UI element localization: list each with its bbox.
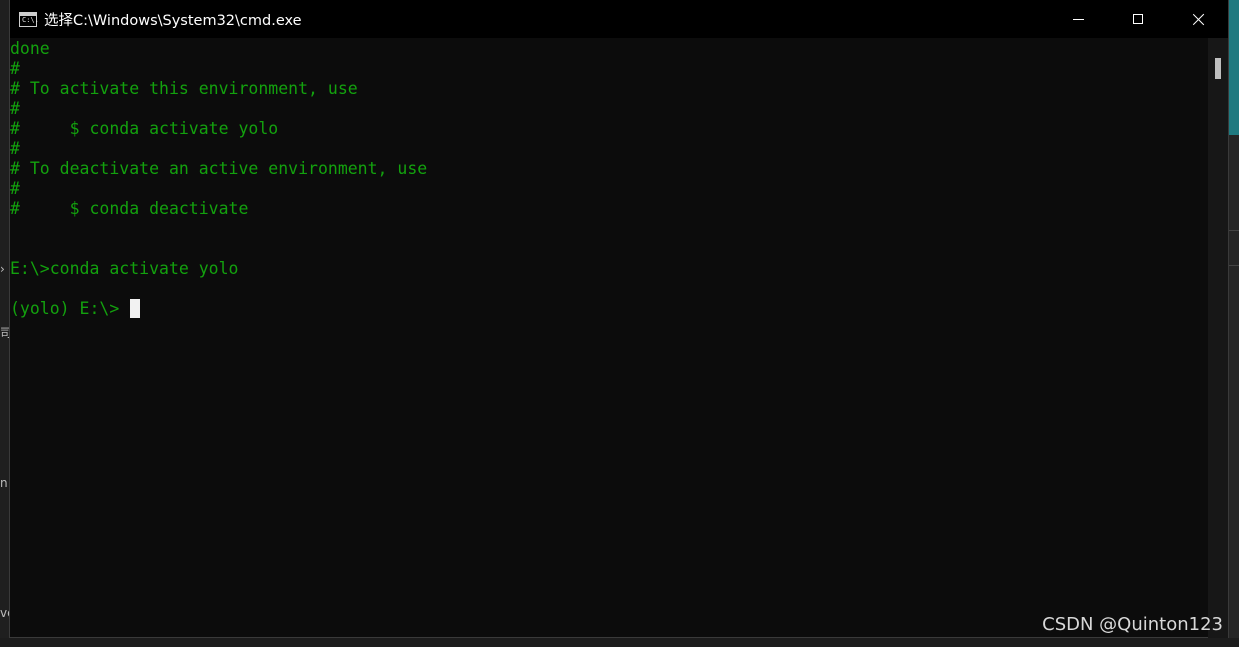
console-output[interactable]: done # # To activate this environment, u… (10, 38, 1210, 638)
background-left-char: › (0, 262, 5, 276)
window-title: 选择C:\Windows\System32\cmd.exe (44, 12, 302, 29)
console-command-line: E:\>conda activate yolo (10, 259, 239, 278)
background-divider (1229, 265, 1239, 266)
console-line: # (10, 99, 20, 118)
scrollbar-thumb[interactable] (1215, 58, 1221, 79)
title-bar[interactable]: C:\. 选择C:\Windows\System32\cmd.exe (10, 0, 1228, 38)
vertical-scrollbar[interactable] (1208, 38, 1228, 638)
console-line: # (10, 139, 20, 158)
text-cursor (130, 299, 140, 318)
console-line: # To deactivate an active environment, u… (10, 159, 428, 178)
console-line: done (10, 39, 50, 58)
console-window[interactable]: C:\. 选择C:\Windows\System32\cmd.exe done … (9, 0, 1229, 638)
background-accent-strip (1229, 0, 1239, 135)
console-line: # To activate this environment, use (10, 79, 358, 98)
cmd-icon[interactable]: C:\. (19, 11, 39, 27)
minimize-button[interactable] (1048, 0, 1108, 38)
background-right-panel (1229, 135, 1239, 647)
background-divider (1229, 230, 1239, 231)
cmd-icon-text: C:\. (22, 15, 39, 24)
background-left-char: 司 (0, 326, 9, 340)
minimize-icon (1072, 18, 1084, 20)
close-button[interactable] (1168, 0, 1228, 38)
close-icon (1192, 13, 1205, 26)
watermark: CSDN @Quinton123 (1042, 614, 1223, 635)
console-line: # (10, 59, 20, 78)
console-line: # $ conda deactivate (10, 199, 249, 218)
background-bottom-strip (0, 638, 1239, 647)
background-left-char: ve (0, 606, 9, 620)
background-left-char: n (0, 476, 8, 490)
console-line: # $ conda activate yolo (10, 119, 279, 138)
console-line: # (10, 179, 20, 198)
window-controls (1048, 0, 1228, 38)
maximize-icon (1133, 14, 1143, 24)
console-prompt[interactable]: (yolo) E:\> (10, 299, 119, 319)
maximize-button[interactable] (1108, 0, 1168, 38)
